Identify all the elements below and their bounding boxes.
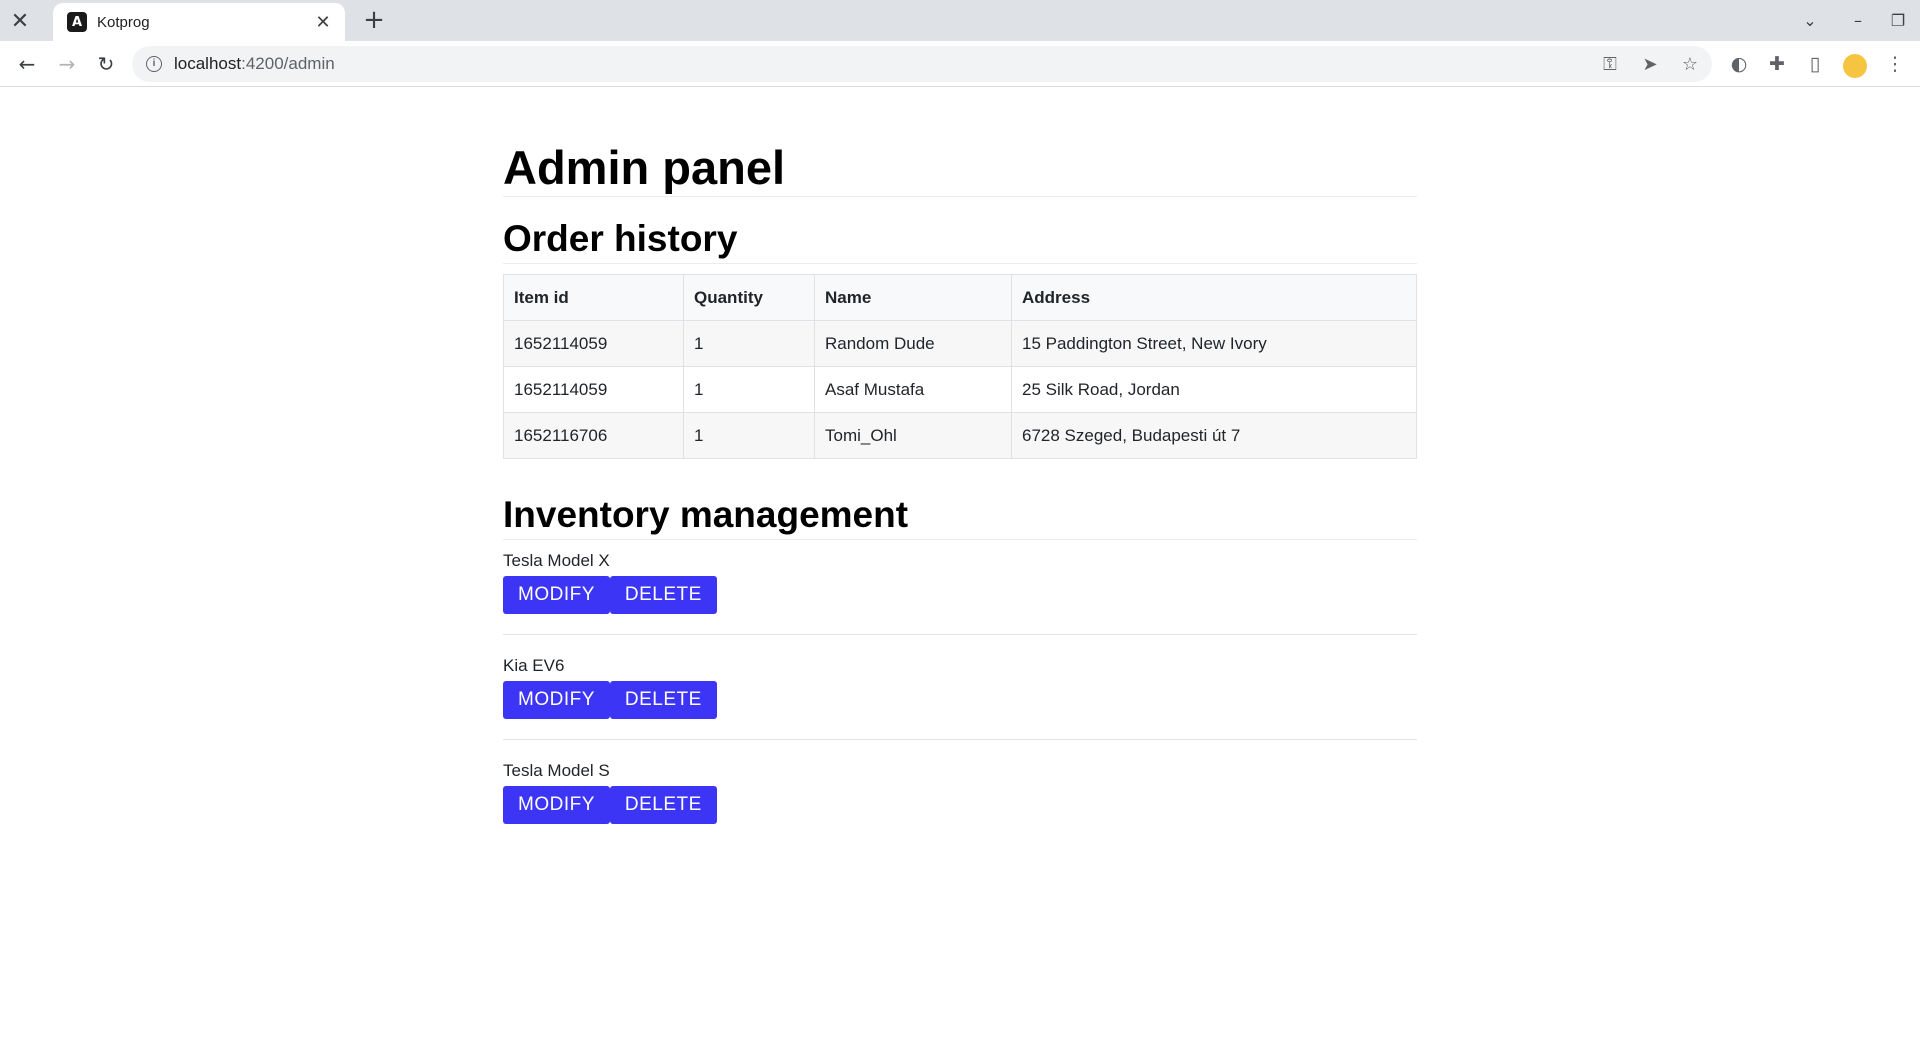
divider (503, 263, 1417, 264)
modify-button[interactable]: MODIFY (503, 576, 610, 614)
item-id-cell: 1652116706 (503, 412, 684, 459)
item-divider (503, 634, 1417, 635)
column-header: Item id (503, 274, 684, 321)
close-icon[interactable]: ✕ (6, 8, 34, 34)
name-cell: Tomi_Ohl (814, 412, 1012, 459)
modify-button[interactable]: MODIFY (503, 681, 610, 719)
address-bar[interactable]: i localhost:4200/admin ⚿ ➤ ☆ (132, 46, 1712, 82)
inventory-item: Tesla Model X MODIFY DELETE (503, 550, 1417, 635)
item-actions: MODIFY DELETE (503, 681, 1417, 719)
avatar (1843, 53, 1867, 78)
table-row: 1652114059 1 Random Dude 15 Paddington S… (503, 320, 1417, 367)
order-history-heading: Order history (503, 218, 738, 259)
divider (503, 539, 1417, 540)
url-text[interactable]: localhost:4200/admin (174, 54, 335, 74)
name-cell: Asaf Mustafa (814, 366, 1012, 413)
back-icon[interactable]: ← (12, 49, 42, 79)
menu-icon[interactable]: ⋮ (1880, 49, 1910, 79)
quantity-cell: 1 (683, 366, 815, 413)
column-header: Address (1011, 274, 1417, 321)
browser-tab[interactable]: A Kotprog ✕ (53, 3, 345, 41)
table-row: 1652114059 1 Asaf Mustafa 25 Silk Road, … (503, 366, 1417, 413)
new-tab-icon[interactable]: + (360, 5, 388, 35)
url-path: :4200/admin (241, 54, 335, 73)
extension-icon[interactable]: ◐ (1724, 49, 1754, 79)
column-header: Quantity (683, 274, 815, 321)
delete-button[interactable]: DELETE (609, 786, 717, 824)
order-history-table: Item id Quantity Name Address 1652114059… (503, 274, 1417, 459)
item-actions: MODIFY DELETE (503, 786, 1417, 824)
item-actions: MODIFY DELETE (503, 576, 1417, 614)
delete-button[interactable]: DELETE (609, 681, 717, 719)
admin-page: Admin panel Order history Item id Quanti… (503, 88, 1417, 824)
url-host: localhost (174, 54, 242, 73)
send-icon[interactable]: ➤ (1638, 52, 1662, 76)
item-divider (503, 739, 1417, 740)
browser-toolbar: ← → ↻ i localhost:4200/admin ⚿ ➤ ☆ ◐ ✚ ▯… (0, 41, 1920, 87)
key-icon[interactable]: ⚿ (1598, 52, 1622, 76)
tab-strip: ✕ A Kotprog ✕ + ⌄ – ❐ (0, 0, 1920, 41)
tab-close-icon[interactable]: ✕ (313, 12, 333, 33)
divider (503, 196, 1417, 197)
modify-button[interactable]: MODIFY (503, 786, 610, 824)
inventory-item: Kia EV6 MODIFY DELETE (503, 655, 1417, 740)
inventory-item-name: Tesla Model X (503, 551, 610, 570)
delete-button[interactable]: DELETE (609, 576, 717, 614)
page-title: Admin panel (503, 141, 786, 194)
puzzle-icon[interactable]: ✚ (1762, 49, 1792, 79)
inventory-heading: Inventory management (503, 494, 909, 535)
inventory-item-name: Tesla Model S (503, 761, 610, 780)
column-header: Name (814, 274, 1012, 321)
minimize-icon[interactable]: – (1844, 6, 1872, 34)
inventory-item-name: Kia EV6 (503, 656, 565, 675)
item-id-cell: 1652114059 (503, 366, 684, 413)
angular-icon: A (67, 12, 87, 32)
side-panel-icon[interactable]: ▯ (1800, 49, 1830, 79)
profile-avatar[interactable] (1840, 49, 1870, 79)
quantity-cell: 1 (683, 412, 815, 459)
quantity-cell: 1 (683, 320, 815, 367)
inventory-item: Tesla Model S MODIFY DELETE (503, 760, 1417, 824)
table-header-row: Item id Quantity Name Address (503, 274, 1417, 321)
item-id-cell: 1652114059 (503, 320, 684, 367)
restore-icon[interactable]: ❐ (1884, 6, 1912, 34)
tab-search-icon[interactable]: ⌄ (1796, 6, 1824, 34)
star-icon[interactable]: ☆ (1678, 52, 1702, 76)
address-cell: 15 Paddington Street, New Ivory (1011, 320, 1417, 367)
address-cell: 6728 Szeged, Budapesti út 7 (1011, 412, 1417, 459)
info-icon[interactable]: i (146, 56, 162, 72)
address-cell: 25 Silk Road, Jordan (1011, 366, 1417, 413)
table-row: 1652116706 1 Tomi_Ohl 6728 Szeged, Budap… (503, 412, 1417, 459)
forward-icon[interactable]: → (52, 49, 82, 79)
reload-icon[interactable]: ↻ (91, 49, 121, 79)
tab-title: Kotprog (97, 13, 150, 31)
name-cell: Random Dude (814, 320, 1012, 367)
